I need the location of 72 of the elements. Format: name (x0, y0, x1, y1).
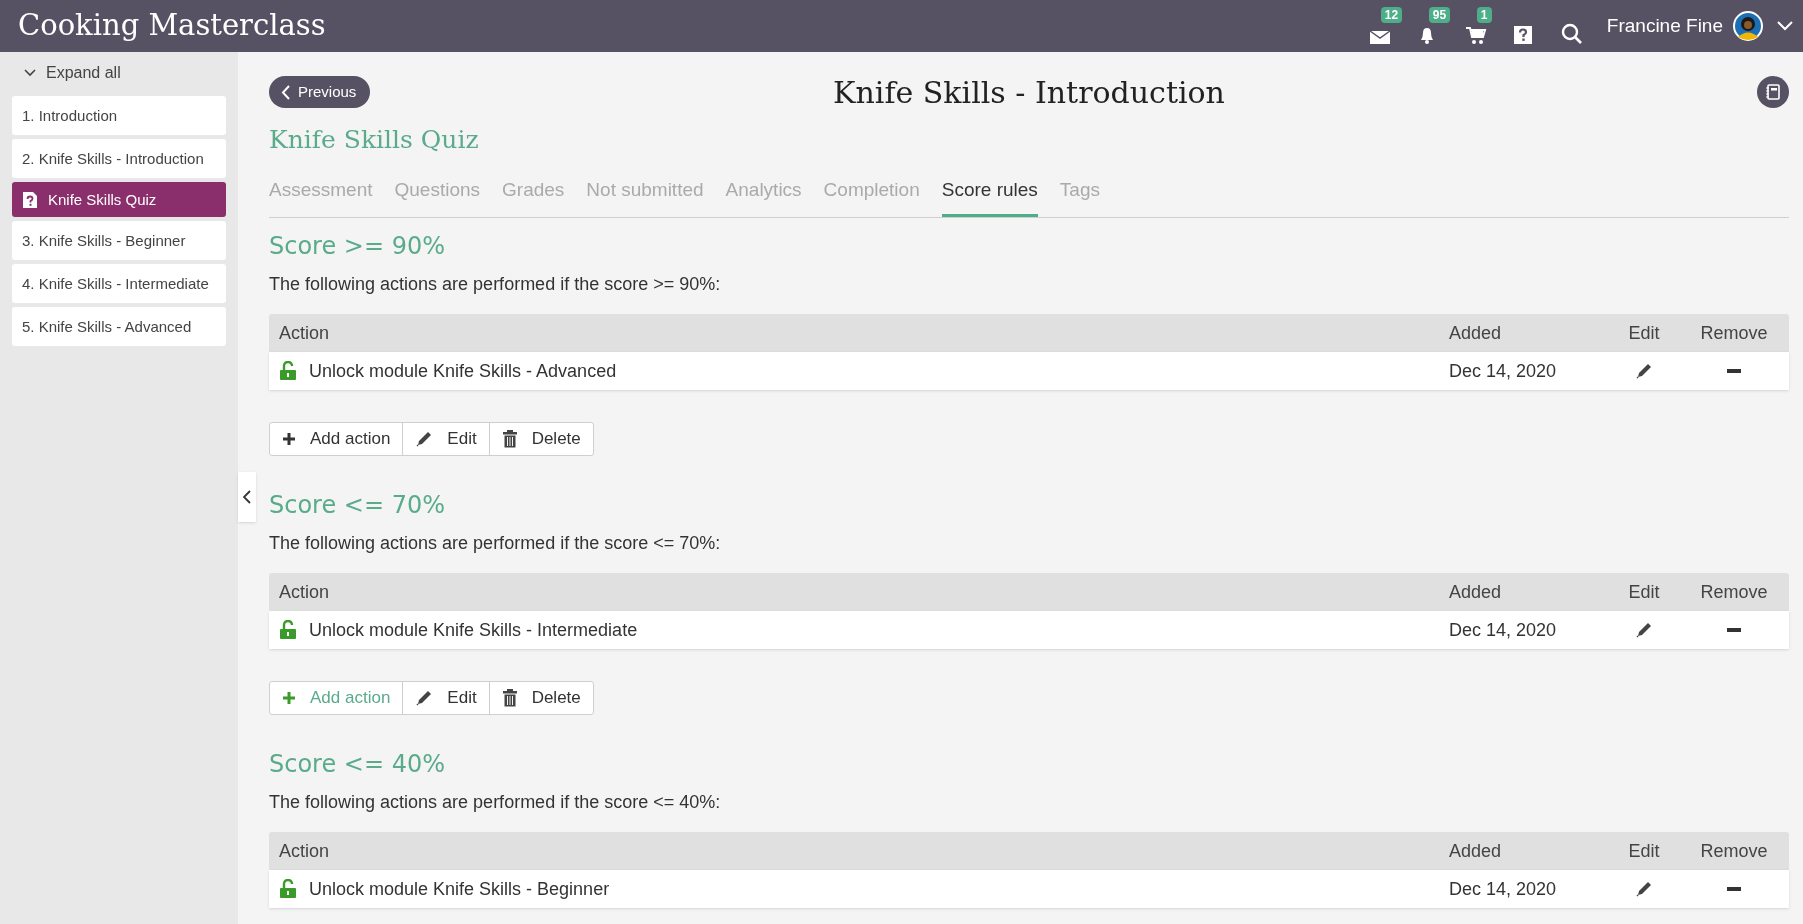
minus-icon (1727, 369, 1741, 373)
column-header: Action (278, 580, 331, 604)
rule-heading: Score >= 90% (269, 231, 447, 262)
cart-icon (1464, 25, 1487, 45)
search-icon (1560, 23, 1583, 45)
expand-all-button[interactable]: Expand all (12, 62, 226, 84)
plus-icon (282, 432, 296, 446)
edit-action-button[interactable]: Edit (402, 423, 489, 455)
page-title: Knife Skills - Introduction (833, 73, 1225, 112)
unlocked-padlock-icon (279, 620, 297, 640)
minus-icon (1727, 628, 1741, 632)
plus-icon (282, 691, 296, 705)
added-date: Dec 14, 2020 (1449, 877, 1558, 901)
trash-icon (501, 430, 518, 448)
column-header: Added (1449, 839, 1503, 863)
column-header: Remove (1699, 321, 1769, 345)
chevron-left-icon (243, 490, 251, 504)
unlocked-padlock-icon (279, 361, 297, 381)
app-title: Cooking Masterclass (18, 7, 326, 45)
user-name[interactable]: Francine Fine (1606, 11, 1723, 41)
unlocked-padlock-icon (279, 879, 297, 899)
sidebar-item[interactable]: Knife Skills Quiz (12, 182, 226, 217)
rule-description: The following actions are performed if the score <= 40%: (269, 790, 722, 814)
action-text: Unlock module Knife Skills - Advanced (309, 359, 617, 383)
trash-icon (501, 689, 518, 707)
chevron-down-icon[interactable] (1777, 21, 1793, 31)
pencil-icon (1635, 880, 1653, 898)
avatar-icon[interactable] (1733, 11, 1763, 41)
action-text: Unlock module Knife Skills - Beginner (309, 877, 610, 901)
notebook-button[interactable] (1757, 76, 1789, 108)
pencil-icon (415, 689, 434, 707)
chevron-left-icon (281, 84, 290, 100)
sidebar-item[interactable]: 3. Knife Skills - Beginner (12, 221, 226, 260)
add-action-button[interactable]: Add action (270, 423, 403, 455)
collapse-sidebar-button[interactable] (238, 472, 256, 522)
column-header: Added (1449, 321, 1503, 345)
column-header: Remove (1699, 839, 1769, 863)
sidebar-item[interactable]: 1. Introduction (12, 96, 226, 135)
help-icon (1512, 25, 1533, 45)
quiz-title: Knife Skills Quiz (269, 124, 480, 157)
edit-action-button[interactable]: Edit (402, 682, 489, 714)
minus-icon (1727, 887, 1741, 891)
count-badge: 12 (1380, 7, 1403, 23)
column-header: Action (278, 839, 331, 863)
sidebar-item[interactable]: 4. Knife Skills - Intermediate (12, 264, 226, 303)
column-header: Edit (1627, 321, 1661, 345)
column-header: Remove (1699, 580, 1769, 604)
sidebar-item[interactable]: 2. Knife Skills - Introduction (12, 139, 226, 178)
added-date: Dec 14, 2020 (1449, 359, 1558, 383)
sidebar-item[interactable]: 5. Knife Skills - Advanced (12, 307, 226, 346)
delete-action-button[interactable]: Delete (488, 423, 593, 455)
pencil-icon (1635, 362, 1653, 380)
pencil-icon (415, 430, 434, 448)
pencil-icon (1635, 621, 1653, 639)
column-header: Action (278, 321, 331, 345)
count-badge: 1 (1476, 7, 1492, 23)
rule-heading: Score <= 70% (269, 490, 447, 521)
action-text: Unlock module Knife Skills - Intermediate (309, 618, 638, 642)
column-header: Added (1449, 580, 1503, 604)
quiz-icon (22, 190, 38, 209)
column-header: Edit (1627, 580, 1661, 604)
added-date: Dec 14, 2020 (1449, 618, 1558, 642)
rule-description: The following actions are performed if the score >= 90%: (269, 272, 722, 296)
rule-heading: Score <= 40% (269, 749, 447, 780)
chevron-down-icon (24, 69, 36, 77)
previous-button[interactable]: Previous (269, 76, 371, 108)
count-badge: 95 (1428, 7, 1451, 23)
notebook-icon (1764, 83, 1782, 101)
delete-action-button[interactable]: Delete (488, 682, 593, 714)
rule-description: The following actions are performed if the score <= 70%: (269, 531, 722, 555)
tab[interactable]: Score rules (941, 168, 1038, 217)
column-header: Edit (1627, 839, 1661, 863)
